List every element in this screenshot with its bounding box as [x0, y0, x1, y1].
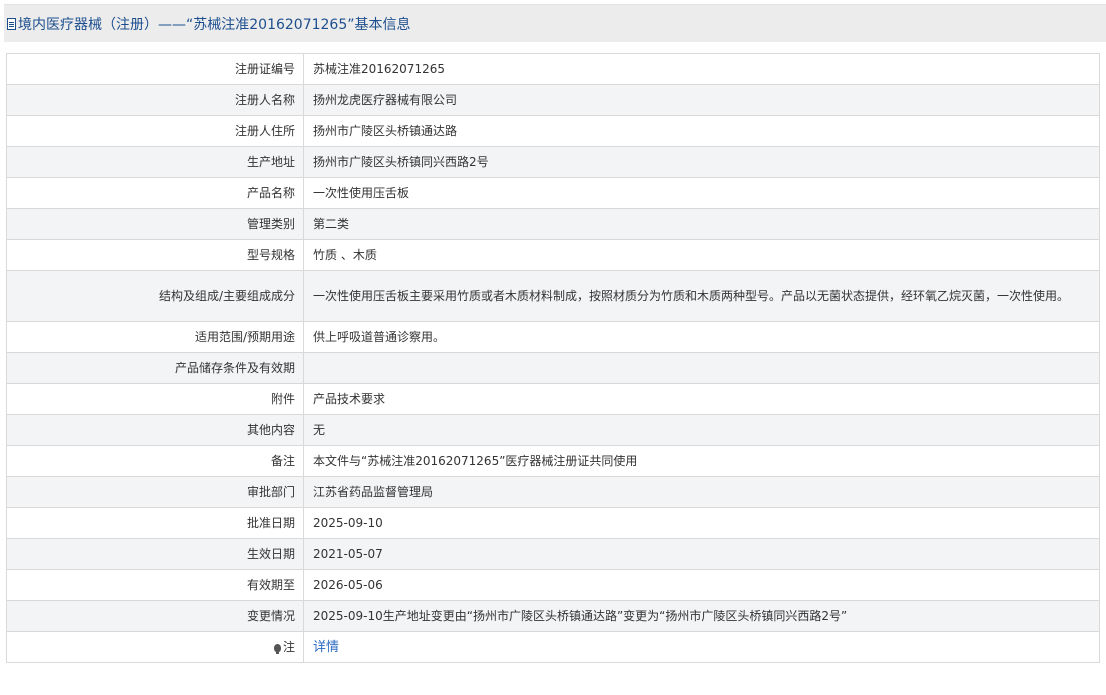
row-label-other: 其他内容	[6, 414, 304, 446]
row-value-model-spec: 竹质 、木质	[303, 239, 1100, 271]
row-label-intended-use: 适用范围/预期用途	[6, 321, 304, 353]
row-label-registrant-name: 注册人名称	[6, 84, 304, 116]
row-label-approval-dept: 审批部门	[6, 476, 304, 508]
row-label-attachment: 附件	[6, 383, 304, 415]
row-value-approval-date: 2025-09-10	[303, 507, 1100, 539]
table-row: 附件 产品技术要求	[6, 383, 1100, 415]
table-row: 注册人住所 扬州市广陵区头桥镇通达路	[6, 115, 1100, 147]
row-value-registration-number: 苏械注准20162071265	[303, 53, 1100, 85]
row-value-note: 详情	[303, 631, 1100, 663]
details-link[interactable]: 详情	[313, 640, 339, 655]
page-title: 境内医疗器械（注册）——“苏械注准20162071265”基本信息	[18, 16, 411, 33]
row-value-approval-dept: 江苏省药品监督管理局	[303, 476, 1100, 508]
table-row: 产品名称 一次性使用压舌板	[6, 177, 1100, 209]
row-label-remarks: 备注	[6, 445, 304, 477]
bulb-icon	[273, 644, 281, 654]
table-row: 生效日期 2021-05-07	[6, 538, 1100, 570]
row-label-effective-date: 生效日期	[6, 538, 304, 570]
row-label-registrant-address: 注册人住所	[6, 115, 304, 147]
document-icon	[7, 17, 16, 30]
row-value-intended-use: 供上呼吸道普通诊察用。	[303, 321, 1100, 353]
note-label: 注	[282, 640, 295, 654]
row-label-model-spec: 型号规格	[6, 239, 304, 271]
table-row: 结构及组成/主要组成成分 一次性使用压舌板主要采用竹质或者木质材料制成，按照材质…	[6, 270, 1100, 322]
row-label-production-address: 生产地址	[6, 146, 304, 178]
table-row: 注 详情	[6, 631, 1100, 663]
table-row: 审批部门 江苏省药品监督管理局	[6, 476, 1100, 508]
row-value-registrant-address: 扬州市广陵区头桥镇通达路	[303, 115, 1100, 147]
row-value-effective-date: 2021-05-07	[303, 538, 1100, 570]
row-value-other: 无	[303, 414, 1100, 446]
row-value-management-category: 第二类	[303, 208, 1100, 240]
table-row: 型号规格 竹质 、木质	[6, 239, 1100, 271]
row-value-product-name: 一次性使用压舌板	[303, 177, 1100, 209]
table-row: 适用范围/预期用途 供上呼吸道普通诊察用。	[6, 321, 1100, 353]
row-value-registrant-name: 扬州龙虎医疗器械有限公司	[303, 84, 1100, 116]
table-row: 其他内容 无	[6, 414, 1100, 446]
row-label-product-name: 产品名称	[6, 177, 304, 209]
table-row: 管理类别 第二类	[6, 208, 1100, 240]
table-row: 有效期至 2026-05-06	[6, 569, 1100, 601]
row-label-expiry-date: 有效期至	[6, 569, 304, 601]
row-label-storage: 产品储存条件及有效期	[6, 352, 304, 384]
table-row: 备注 本文件与“苏械注准20162071265”医疗器械注册证共同使用	[6, 445, 1100, 477]
table-row: 生产地址 扬州市广陵区头桥镇同兴西路2号	[6, 146, 1100, 178]
row-value-structure: 一次性使用压舌板主要采用竹质或者木质材料制成，按照材质分为竹质和木质两种型号。产…	[303, 270, 1100, 322]
table-row: 批准日期 2025-09-10	[6, 507, 1100, 539]
row-value-change-history: 2025-09-10生产地址变更由“扬州市广陵区头桥镇通达路”变更为“扬州市广陵…	[303, 600, 1100, 632]
row-label-registration-number: 注册证编号	[6, 53, 304, 85]
row-label-structure: 结构及组成/主要组成成分	[6, 270, 304, 322]
page-header: 境内医疗器械（注册）——“苏械注准20162071265”基本信息	[4, 4, 1106, 42]
row-label-change-history: 变更情况	[6, 600, 304, 632]
row-value-attachment: 产品技术要求	[303, 383, 1100, 415]
table-row: 注册人名称 扬州龙虎医疗器械有限公司	[6, 84, 1100, 116]
table-row: 变更情况 2025-09-10生产地址变更由“扬州市广陵区头桥镇通达路”变更为“…	[6, 600, 1100, 632]
row-label-management-category: 管理类别	[6, 208, 304, 240]
row-label-approval-date: 批准日期	[6, 507, 304, 539]
row-value-expiry-date: 2026-05-06	[303, 569, 1100, 601]
row-value-production-address: 扬州市广陵区头桥镇同兴西路2号	[303, 146, 1100, 178]
row-value-storage	[303, 352, 1100, 384]
row-label-note: 注	[6, 631, 304, 663]
table-row: 产品储存条件及有效期	[6, 352, 1100, 384]
table-row: 注册证编号 苏械注准20162071265	[6, 53, 1100, 85]
info-table: 注册证编号 苏械注准20162071265 注册人名称 扬州龙虎医疗器械有限公司…	[6, 53, 1100, 663]
row-value-remarks: 本文件与“苏械注准20162071265”医疗器械注册证共同使用	[303, 445, 1100, 477]
